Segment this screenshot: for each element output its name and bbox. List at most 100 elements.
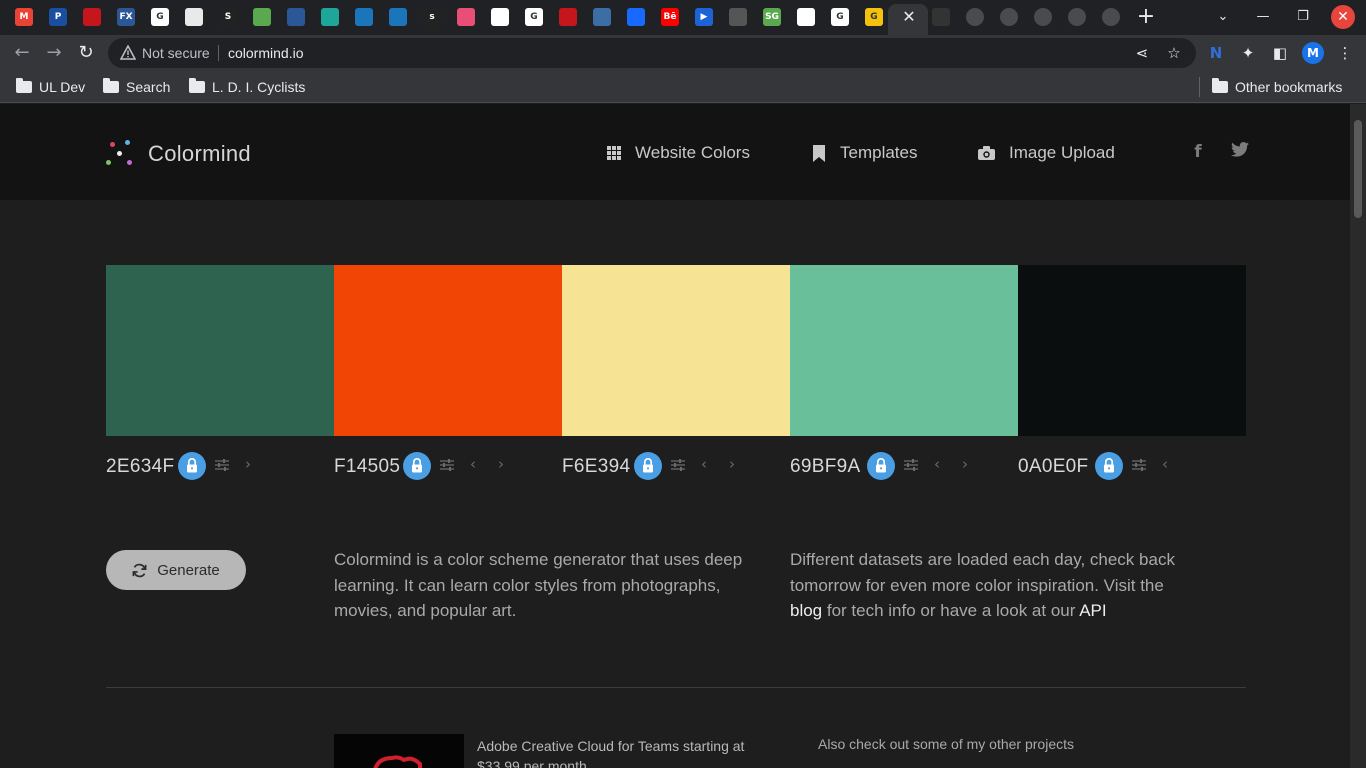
other-bookmarks-folder[interactable]: Other bookmarks (1212, 77, 1342, 97)
blog-link[interactable]: blog (790, 601, 822, 620)
tab-favicon-icon[interactable] (321, 8, 339, 26)
tab-favicon-icon[interactable]: G (151, 8, 169, 26)
tab-favicon-icon[interactable]: G (831, 8, 849, 26)
tab-favicon-icon[interactable] (966, 8, 984, 26)
bookmark-star-icon[interactable]: ☆ (1164, 43, 1184, 63)
adjust-sliders-icon[interactable] (671, 458, 685, 472)
tab-favicon-icon[interactable] (83, 8, 101, 26)
adjust-sliders-icon[interactable] (904, 458, 918, 472)
tab-favicon-icon[interactable] (185, 8, 203, 26)
color-swatch-3[interactable] (562, 265, 790, 436)
url-text[interactable]: colormind.io (228, 45, 303, 61)
bookmark-folder-ldi-cyclists[interactable]: L. D. I. Cyclists (189, 77, 305, 97)
minimize-window-icon[interactable]: — (1250, 6, 1276, 28)
hex-code[interactable]: 69BF9A (790, 456, 860, 478)
generate-button[interactable]: Generate (106, 550, 246, 590)
move-left-arrow-icon[interactable]: ‹ (470, 454, 480, 474)
ad-image[interactable] (334, 734, 464, 768)
brand-name[interactable]: Colormind (148, 141, 251, 167)
menu-kebab-icon[interactable]: ⋮ (1335, 43, 1355, 63)
tab-favicon-icon[interactable]: Bē (661, 8, 679, 26)
tab-favicon-icon[interactable] (1102, 8, 1120, 26)
tab-favicon-icon[interactable] (287, 8, 305, 26)
bookmark-folder-search[interactable]: Search (103, 77, 170, 97)
lock-icon[interactable] (403, 452, 431, 480)
extensions-puzzle-icon[interactable]: ✦ (1238, 43, 1258, 63)
tab-favicon-icon[interactable] (457, 8, 475, 26)
adjust-sliders-icon[interactable] (1132, 458, 1146, 472)
tab-favicon-icon[interactable] (1068, 8, 1086, 26)
side-panel-icon[interactable]: ◧ (1270, 43, 1290, 63)
tab-favicon-icon[interactable]: G (525, 8, 543, 26)
hex-code[interactable]: F14505 (334, 456, 400, 478)
nav-label: Website Colors (635, 143, 750, 162)
reload-icon[interactable]: ↻ (74, 41, 98, 65)
lock-icon[interactable] (867, 452, 895, 480)
color-swatch-2[interactable] (334, 265, 562, 436)
address-bar[interactable]: Not secure colormind.io ⋖ ☆ (108, 38, 1196, 68)
tab-favicon-icon[interactable] (1000, 8, 1018, 26)
share-icon[interactable]: ⋖ (1132, 43, 1152, 63)
scrollbar-thumb[interactable] (1354, 120, 1362, 218)
tab-favicon-icon[interactable] (559, 8, 577, 26)
move-left-arrow-icon[interactable]: ‹ (934, 454, 944, 474)
hex-code[interactable]: 2E634F (106, 456, 174, 478)
tab-favicon-icon[interactable] (932, 8, 950, 26)
color-swatch-4[interactable] (790, 265, 1018, 436)
move-right-arrow-icon[interactable]: › (729, 454, 739, 474)
color-swatch-1[interactable] (106, 265, 334, 436)
tab-favicon-icon[interactable] (389, 8, 407, 26)
tab-favicon-icon[interactable] (253, 8, 271, 26)
nav-image-upload[interactable]: Image Upload (978, 142, 1115, 164)
refresh-icon (132, 563, 147, 577)
new-tab-button[interactable]: + (1134, 5, 1158, 29)
hex-code[interactable]: F6E394 (562, 456, 630, 478)
colormind-logo-icon[interactable] (106, 140, 134, 168)
tab-favicon-icon[interactable] (355, 8, 373, 26)
api-link[interactable]: API (1079, 601, 1106, 620)
tab-favicon-icon[interactable] (593, 8, 611, 26)
move-right-arrow-icon[interactable]: › (962, 454, 972, 474)
tab-favicon-icon[interactable]: P (49, 8, 67, 26)
move-left-arrow-icon[interactable]: ‹ (701, 454, 711, 474)
tab-favicon-icon[interactable] (1034, 8, 1052, 26)
bookmark-folder-ul-dev[interactable]: UL Dev (16, 77, 85, 97)
tab-favicon-icon[interactable] (797, 8, 815, 26)
back-icon[interactable]: ← (10, 41, 34, 65)
restore-window-icon[interactable]: ❐ (1290, 6, 1316, 28)
bookmark-label: L. D. I. Cyclists (212, 79, 306, 95)
tab-favicon-icon[interactable]: ▶ (695, 8, 713, 26)
tab-favicon-icon[interactable] (491, 8, 509, 26)
close-window-icon[interactable]: ✕ (1331, 5, 1355, 29)
tab-favicon-icon[interactable]: s (423, 8, 441, 26)
hex-code[interactable]: 0A0E0F (1018, 456, 1088, 478)
forward-icon[interactable]: → (42, 41, 66, 65)
tab-favicon-icon[interactable] (729, 8, 747, 26)
tab-favicon-icon[interactable] (627, 8, 645, 26)
profile-avatar[interactable]: M (1302, 42, 1324, 64)
adjust-sliders-icon[interactable] (440, 458, 454, 472)
color-swatch-5[interactable] (1018, 265, 1246, 436)
tab-favicon-icon[interactable]: FX (117, 8, 135, 26)
tab-favicon-icon[interactable]: S (219, 8, 237, 26)
tab-favicon-icon[interactable]: SG (763, 8, 781, 26)
tab-favicon-icon[interactable]: M (15, 8, 33, 26)
tab-search-icon[interactable]: ⌄ (1210, 6, 1236, 28)
close-tab-icon[interactable]: ✕ (900, 7, 918, 27)
adjust-sliders-icon[interactable] (215, 458, 229, 472)
ad-text[interactable]: Adobe Creative Cloud for Teams starting … (477, 736, 767, 768)
move-right-arrow-icon[interactable]: › (498, 454, 508, 474)
lock-icon[interactable] (1095, 452, 1123, 480)
move-right-arrow-icon[interactable]: › (245, 454, 255, 474)
move-left-arrow-icon[interactable]: ‹ (1162, 454, 1172, 474)
tab-favicon-icon[interactable]: G (865, 8, 883, 26)
lock-icon[interactable] (178, 452, 206, 480)
nav-website-colors[interactable]: Website Colors (607, 142, 750, 164)
nav-templates[interactable]: Templates (812, 142, 917, 164)
browser-toolbar: ← → ↻ Not secure colormind.io ⋖ ☆ N ✦ ◧ … (0, 35, 1366, 71)
twitter-icon[interactable] (1230, 142, 1250, 164)
extension-n-icon[interactable]: N (1206, 43, 1226, 63)
lock-icon[interactable] (634, 452, 662, 480)
facebook-icon[interactable]: f (1188, 142, 1208, 164)
datasets-text: for tech info or have a look at our (822, 601, 1080, 620)
